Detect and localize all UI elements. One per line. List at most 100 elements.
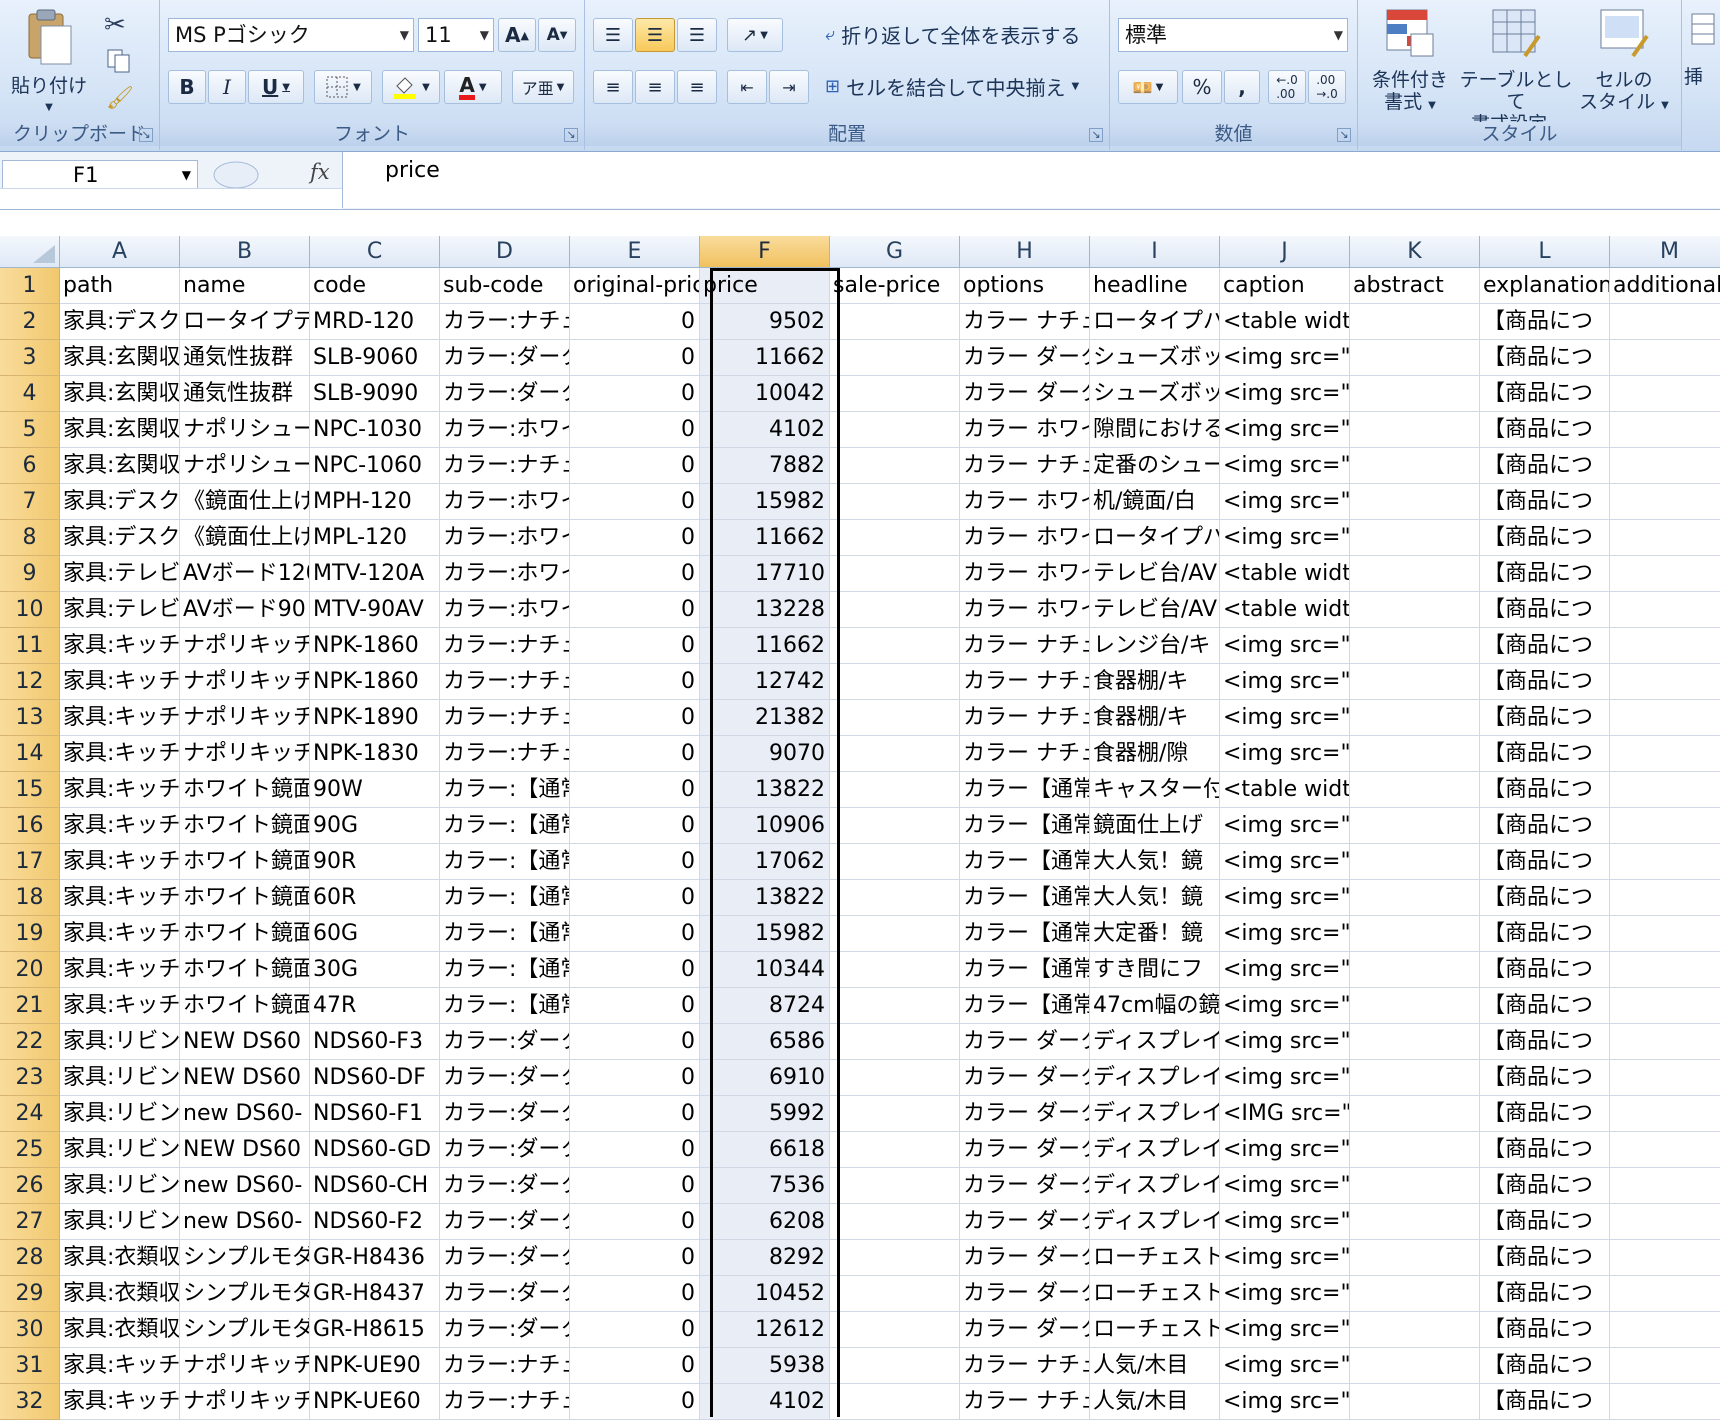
cell-h5[interactable]: カラー ホワイト [960,412,1090,448]
cell-a10[interactable]: 家具:テレビ台 [60,592,180,628]
cell-i27[interactable]: ディスプレイ [1090,1204,1220,1240]
cell-d13[interactable]: カラー:ナチュラル [440,700,570,736]
cell-d7[interactable]: カラー:ホワイト [440,484,570,520]
cell-d11[interactable]: カラー:ナチュラル [440,628,570,664]
cell-b23[interactable]: NEW DS60 [180,1060,310,1096]
cell-f21[interactable]: 8724 [700,988,830,1024]
cell-h13[interactable]: カラー ナチュラル [960,700,1090,736]
cell-k7[interactable] [1350,484,1480,520]
format-as-table-button[interactable]: テーブルとして 書式設定 ▼ [1458,6,1574,139]
insert-icon[interactable] [1686,10,1716,54]
cell-i4[interactable]: シューズボックス [1090,376,1220,412]
font-color-button[interactable]: A ▼ [444,70,502,104]
cell-d18[interactable]: カラー:【通常 [440,880,570,916]
row-header-12[interactable]: 12 [0,664,60,700]
cell-f7[interactable]: 15982 [700,484,830,520]
cell-d26[interactable]: カラー:ダーク [440,1168,570,1204]
cell-c13[interactable]: NPK-1890 [310,700,440,736]
cell-m21[interactable] [1610,988,1720,1024]
row-header-10[interactable]: 10 [0,592,60,628]
cell-h6[interactable]: カラー ナチュラル [960,448,1090,484]
cell-e18[interactable]: 0 [570,880,700,916]
cell-l26[interactable]: 【商品につ [1480,1168,1610,1204]
cell-h14[interactable]: カラー ナチュラル [960,736,1090,772]
cell-i26[interactable]: ディスプレイ [1090,1168,1220,1204]
cell-b30[interactable]: シンプルモダン [180,1312,310,1348]
cell-a3[interactable]: 家具:玄関収納 [60,340,180,376]
column-header-c[interactable]: C [310,236,440,268]
cell-k23[interactable] [1350,1060,1480,1096]
cell-g3[interactable] [830,340,960,376]
cell-b32[interactable]: ナポリキッチン [180,1384,310,1420]
percent-button[interactable]: % [1182,70,1222,104]
cell-i17[interactable]: 大人気！鏡 [1090,844,1220,880]
align-bottom-button[interactable]: ☰ [677,18,717,52]
cell-d4[interactable]: カラー:ダーク [440,376,570,412]
cell-i14[interactable]: 食器棚/隙 [1090,736,1220,772]
cell-h11[interactable]: カラー ナチュラル [960,628,1090,664]
cell-a25[interactable]: 家具:リビング [60,1132,180,1168]
cell-f18[interactable]: 13822 [700,880,830,916]
cell-c9[interactable]: MTV-120A [310,556,440,592]
cell-i15[interactable]: キャスター付 [1090,772,1220,808]
cell-d21[interactable]: カラー:【通常 [440,988,570,1024]
cell-g6[interactable] [830,448,960,484]
cell-h23[interactable]: カラー ダーク [960,1060,1090,1096]
cell-b7[interactable]: 《鏡面仕上げ [180,484,310,520]
cell-e23[interactable]: 0 [570,1060,700,1096]
cell-i13[interactable]: 食器棚/キ [1090,700,1220,736]
cell-c28[interactable]: GR-H8436 [310,1240,440,1276]
cell-a17[interactable]: 家具:キッチン [60,844,180,880]
cell-m8[interactable] [1610,520,1720,556]
cell-j1[interactable]: caption [1220,268,1350,304]
cell-c20[interactable]: 30G [310,952,440,988]
cell-h1[interactable]: options [960,268,1090,304]
merge-center-button[interactable]: ⊞ セルを結合して中央揃え ▼ [825,72,1079,101]
cell-c7[interactable]: MPH-120 [310,484,440,520]
cell-a29[interactable]: 家具:衣類収納 [60,1276,180,1312]
cell-d23[interactable]: カラー:ダーク [440,1060,570,1096]
cell-j20[interactable]: <img src="http://shopping.c.yimg [1220,952,1350,988]
cell-l23[interactable]: 【商品につ [1480,1060,1610,1096]
cell-f32[interactable]: 4102 [700,1384,830,1420]
cell-b10[interactable]: AVボード90 [180,592,310,628]
cell-b21[interactable]: ホワイト鏡面 [180,988,310,1024]
cell-l28[interactable]: 【商品につ [1480,1240,1610,1276]
row-header-1[interactable]: 1 [0,268,60,304]
cell-c21[interactable]: 47R [310,988,440,1024]
cell-m25[interactable] [1610,1132,1720,1168]
cell-c16[interactable]: 90G [310,808,440,844]
cell-k31[interactable] [1350,1348,1480,1384]
cell-b12[interactable]: ナポリキッチン [180,664,310,700]
cell-i21[interactable]: 47cm幅の鏡 [1090,988,1220,1024]
cell-d30[interactable]: カラー:ダーク [440,1312,570,1348]
cell-e12[interactable]: 0 [570,664,700,700]
cell-k25[interactable] [1350,1132,1480,1168]
number-launcher-icon[interactable]: ↘ [1337,128,1351,142]
cell-f13[interactable]: 21382 [700,700,830,736]
cell-b19[interactable]: ホワイト鏡面 [180,916,310,952]
paste-dropdown-icon[interactable]: ▼ [10,97,88,119]
cell-j9[interactable]: <table width="600" border="0" c [1220,556,1350,592]
cell-k24[interactable] [1350,1096,1480,1132]
cell-j23[interactable]: <img src="http://shopping.c.yimg [1220,1060,1350,1096]
cell-j18[interactable]: <img src="http://shopping.c.yimg [1220,880,1350,916]
cell-a13[interactable]: 家具:キッチン [60,700,180,736]
cell-g10[interactable] [830,592,960,628]
cell-c5[interactable]: NPC-1030 [310,412,440,448]
cell-i18[interactable]: 大人気！鏡 [1090,880,1220,916]
align-top-button[interactable]: ☰ [593,18,633,52]
cell-d20[interactable]: カラー:【通常 [440,952,570,988]
cell-d24[interactable]: カラー:ダーク [440,1096,570,1132]
cell-j12[interactable]: <img src="http://shopping.c.yimg [1220,664,1350,700]
increase-decimal-button[interactable]: ←.0.00 [1268,70,1306,104]
cell-e30[interactable]: 0 [570,1312,700,1348]
cell-j19[interactable]: <img src="http://shopping.c.yimg [1220,916,1350,952]
cell-m6[interactable] [1610,448,1720,484]
cell-f29[interactable]: 10452 [700,1276,830,1312]
row-header-31[interactable]: 31 [0,1348,60,1384]
cell-k8[interactable] [1350,520,1480,556]
cell-m16[interactable] [1610,808,1720,844]
cell-c1[interactable]: code [310,268,440,304]
cell-c12[interactable]: NPK-1860 [310,664,440,700]
